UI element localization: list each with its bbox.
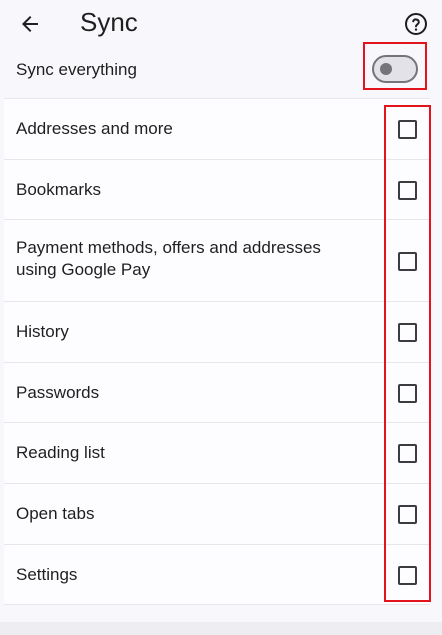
back-button[interactable]: [12, 6, 48, 42]
list-item-label: History: [16, 322, 69, 341]
list-item-label: Passwords: [16, 383, 100, 402]
app-bar: Sync: [0, 0, 442, 46]
bottom-bar: [0, 622, 442, 635]
help-circle-icon: [405, 13, 427, 35]
list-item-label: Payment methods, offers and addresses us…: [16, 238, 321, 279]
list-item-label: Reading list: [16, 443, 105, 462]
checkbox-reading-list[interactable]: [398, 444, 417, 463]
list-item-reading-list[interactable]: Reading list: [4, 423, 430, 484]
list-item-label: Settings: [16, 565, 78, 584]
list-item-label: Bookmarks: [16, 180, 102, 199]
checkbox-history[interactable]: [398, 323, 417, 342]
page-title: Sync: [80, 7, 138, 37]
checkbox-addresses[interactable]: [398, 120, 417, 139]
checkbox-payment-methods[interactable]: [398, 252, 417, 271]
sync-everything-toggle[interactable]: [372, 55, 418, 83]
sync-everything-label: Sync everything: [16, 60, 137, 79]
list-item-settings[interactable]: Settings: [4, 545, 430, 605]
arrow-back-icon: [22, 16, 38, 32]
list-item-bookmarks[interactable]: Bookmarks: [4, 160, 430, 220]
checkbox-passwords[interactable]: [398, 384, 417, 403]
help-button[interactable]: [398, 6, 434, 42]
list-item-history[interactable]: History: [4, 302, 430, 363]
checkbox-settings[interactable]: [398, 566, 417, 585]
toggle-knob: [380, 63, 392, 75]
checkbox-bookmarks[interactable]: [398, 181, 417, 200]
list-item-label: Open tabs: [16, 504, 95, 523]
list-item-label: Addresses and more: [16, 119, 173, 138]
sync-data-types-list: Addresses and more Bookmarks Payment metho…: [4, 98, 430, 605]
list-item-addresses[interactable]: Addresses and more: [4, 99, 430, 160]
sync-settings-screen: Sync Sync everything Addresses and more B…: [0, 0, 442, 635]
checkbox-open-tabs[interactable]: [398, 505, 417, 524]
list-item-passwords[interactable]: Passwords: [4, 363, 430, 423]
list-item-payment-methods[interactable]: Payment methods, offers and addresses us…: [4, 220, 430, 302]
list-item-open-tabs[interactable]: Open tabs: [4, 484, 430, 545]
